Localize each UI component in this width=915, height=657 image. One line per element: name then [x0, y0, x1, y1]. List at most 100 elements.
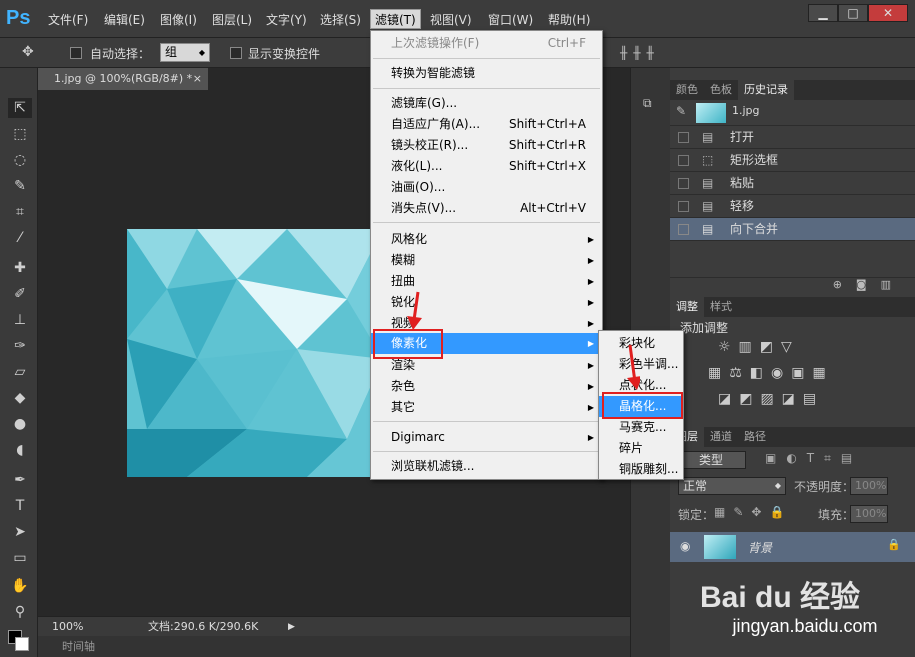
tab-color[interactable]: 颜色	[670, 80, 704, 100]
tab-swatches[interactable]: 色板	[704, 80, 738, 100]
history-snapshot[interactable]: ✎ 1.jpg	[670, 100, 915, 126]
menu-lens-correction[interactable]: 镜头校正(R)... Shift+Ctrl+R	[371, 135, 602, 156]
checkbox[interactable]	[678, 224, 689, 235]
menu-file[interactable]: 文件(F)	[44, 10, 92, 30]
updown-icon: ◆	[774, 481, 781, 490]
document-tab[interactable]: 1.jpg @ 100%(RGB/8#) * ×	[38, 68, 208, 90]
play-icon[interactable]: ▶	[288, 617, 295, 637]
eye-icon[interactable]: ◉	[680, 539, 690, 553]
maximize-button[interactable]: □	[838, 4, 868, 22]
minimize-button[interactable]: ▁	[808, 4, 838, 22]
menu-filter[interactable]: 滤镜(T)	[370, 9, 421, 29]
adjust-panel-tabs: 调整 样式	[670, 297, 915, 317]
menu-window[interactable]: 窗口(W)	[484, 10, 537, 30]
menu-help[interactable]: 帮助(H)	[544, 10, 594, 30]
stamp-tool-icon[interactable]: ⊥	[8, 310, 32, 330]
menu-other[interactable]: 其它 ▶	[371, 397, 602, 418]
menu-type[interactable]: 文字(Y)	[262, 10, 311, 30]
type-tool-icon[interactable]: T	[8, 496, 32, 516]
label: 其它	[391, 400, 416, 414]
history-item[interactable]: ▤ 打开	[670, 126, 915, 149]
layer-filter-icons[interactable]: ▣◐T⌗▤	[765, 451, 862, 466]
history-item[interactable]: ▤ 轻移	[670, 195, 915, 218]
checkbox[interactable]	[678, 178, 689, 189]
quick-select-tool-icon[interactable]: ✎	[8, 176, 32, 196]
submenu-mezzotint[interactable]: 铜版雕刻...	[599, 459, 683, 480]
menu-image[interactable]: 图像(I)	[156, 10, 201, 30]
eraser-tool-icon[interactable]: ▱	[8, 362, 32, 382]
adjustment-icons-row1[interactable]: ☼▥◩▽	[718, 339, 800, 355]
healing-tool-icon[interactable]: ✚	[8, 258, 32, 278]
hand-tool-icon[interactable]: ✋	[8, 576, 32, 596]
adjustment-icons-row2[interactable]: ▦⚖◧◉▣▦	[708, 365, 834, 381]
menu-filter-gallery[interactable]: 滤镜库(G)...	[371, 93, 602, 114]
adjustment-icons-row3[interactable]: ◪◩▨◪▤	[718, 391, 824, 407]
auto-select-label: 自动选择：	[90, 47, 151, 61]
checkbox[interactable]	[678, 132, 689, 143]
menu-blur[interactable]: 模糊 ▶	[371, 250, 602, 271]
tab-paths[interactable]: 路径	[738, 427, 772, 447]
auto-select-checkbox[interactable]	[70, 47, 82, 59]
history-footer-icons[interactable]: ⊕◙▥	[833, 278, 905, 291]
timeline-label[interactable]: 时间轴	[62, 636, 95, 657]
menu-oil-paint[interactable]: 油画(O)...	[371, 177, 602, 198]
history-item[interactable]: ▤ 粘贴	[670, 172, 915, 195]
show-transform-checkbox[interactable]	[230, 47, 242, 59]
label: 消失点(V)...	[391, 201, 457, 215]
history-item-label: 轻移	[730, 199, 755, 213]
separator	[373, 58, 600, 59]
menu-stylize[interactable]: 风格化 ▶	[371, 229, 602, 250]
crop-tool-icon[interactable]: ⌗	[8, 202, 32, 222]
submenu-mosaic[interactable]: 马赛克...	[599, 417, 683, 438]
tab-channels[interactable]: 通道	[704, 427, 738, 447]
menu-digimarc[interactable]: Digimarc ▶	[371, 427, 602, 448]
menu-last-filter[interactable]: 上次滤镜操作(F) Ctrl+F	[371, 33, 602, 54]
path-select-tool-icon[interactable]: ➤	[8, 522, 32, 542]
document-image[interactable]	[127, 229, 383, 477]
menu-layer[interactable]: 图层(L)	[208, 10, 256, 30]
menu-edit[interactable]: 编辑(E)	[100, 10, 149, 30]
history-item[interactable]: ⬚ 矩形选框	[670, 149, 915, 172]
menu-browse-online[interactable]: 浏览联机滤镜...	[371, 456, 602, 477]
bucket-tool-icon[interactable]: ◆	[8, 388, 32, 408]
move-tool-icon[interactable]: ⇱	[8, 98, 32, 118]
checkbox[interactable]	[678, 155, 689, 166]
menu-select[interactable]: 选择(S)	[316, 10, 365, 30]
align-icons[interactable]: ╫╫╫	[620, 46, 660, 60]
tab-adjustments[interactable]: 调整	[670, 297, 704, 317]
lasso-tool-icon[interactable]: ◌	[8, 150, 32, 170]
zoom-level[interactable]: 100%	[52, 617, 83, 637]
tab-close-icon[interactable]: ×	[193, 68, 202, 90]
menu-convert-smart[interactable]: 转换为智能滤镜	[371, 63, 602, 84]
blur-tool-icon[interactable]: ●	[8, 414, 32, 434]
checkbox[interactable]	[678, 201, 689, 212]
zoom-tool-icon[interactable]: ⚲	[8, 602, 32, 622]
layer-row-background[interactable]: ◉ 背景 🔒	[670, 532, 915, 562]
menu-vanishing-point[interactable]: 消失点(V)... Alt+Ctrl+V	[371, 198, 602, 219]
menu-liquify[interactable]: 液化(L)... Shift+Ctrl+X	[371, 156, 602, 177]
background-color-swatch[interactable]	[15, 637, 29, 651]
pen-tool-icon[interactable]: ✒	[8, 470, 32, 490]
marquee-tool-icon[interactable]: ⬚	[8, 124, 32, 144]
auto-select-dropdown[interactable]: 组 ◆	[160, 43, 210, 62]
opacity-input[interactable]: 100%	[850, 477, 888, 495]
brush-tool-icon[interactable]: ✐	[8, 284, 32, 304]
dodge-tool-icon[interactable]: ◖	[8, 440, 32, 460]
fill-input[interactable]: 100%	[850, 505, 888, 523]
lock-icons[interactable]: ▦✎✥🔒	[714, 505, 792, 519]
3d-icon[interactable]: ⧉	[643, 96, 652, 111]
menu-adaptive-wide[interactable]: 自适应广角(A)... Shift+Ctrl+A	[371, 114, 602, 135]
filter-menu: 上次滤镜操作(F) Ctrl+F 转换为智能滤镜 滤镜库(G)... 自适应广角(…	[370, 30, 603, 480]
submenu-fragment[interactable]: 碎片	[599, 438, 683, 459]
menu-view[interactable]: 视图(V)	[426, 10, 476, 30]
menu-distort[interactable]: 扭曲 ▶	[371, 271, 602, 292]
eyedropper-tool-icon[interactable]: ⁄	[8, 228, 32, 248]
layer-kind-dropdown[interactable]: 类型	[678, 451, 746, 469]
blend-mode-dropdown[interactable]: 正常 ◆	[678, 477, 786, 495]
history-brush-icon[interactable]: ✑	[8, 336, 32, 356]
history-item-selected[interactable]: ▤ 向下合并	[670, 218, 915, 241]
close-button[interactable]: ✕	[868, 4, 908, 22]
tab-history[interactable]: 历史记录	[738, 80, 794, 100]
tab-styles[interactable]: 样式	[704, 297, 738, 317]
rectangle-tool-icon[interactable]: ▭	[8, 548, 32, 568]
